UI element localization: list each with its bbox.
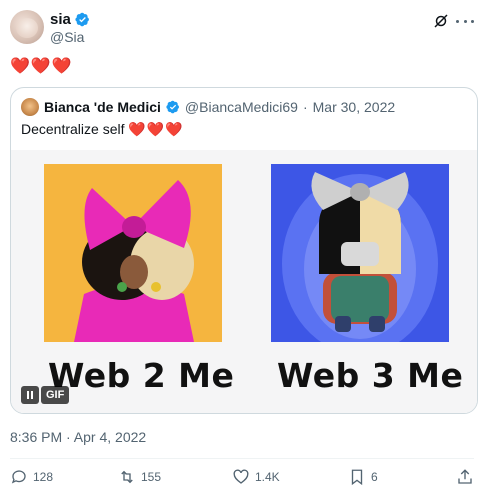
quoted-author-avatar: [21, 98, 39, 116]
quoted-tweet[interactable]: Bianca 'de Medici @BiancaMedici69 · Mar …: [10, 87, 478, 414]
quoted-tweet-header: Bianca 'de Medici @BiancaMedici69 · Mar …: [21, 97, 395, 117]
web3-sia-image: [271, 164, 449, 342]
web2-sia-image: [44, 164, 222, 342]
bookmark-button[interactable]: 6: [348, 468, 378, 486]
tweet-header: sia @Sia: [10, 10, 474, 46]
like-button[interactable]: 1.4K: [232, 468, 280, 486]
author-avatar[interactable]: [10, 10, 44, 44]
quoted-date: Mar 30, 2022: [312, 99, 396, 115]
quoted-tweet-text: Decentralize self ❤️❤️❤️: [21, 121, 184, 138]
quoted-text-body: Decentralize self: [21, 121, 125, 137]
grok-icon[interactable]: [432, 12, 450, 30]
reply-count: 128: [33, 470, 54, 484]
share-button[interactable]: [456, 468, 474, 486]
heart-icon: [233, 469, 249, 484]
quoted-media-gif[interactable]: Web 2 Me Web 3 Me GIF: [11, 150, 477, 413]
web3-caption: Web 3 Me: [277, 356, 464, 395]
repost-icon: [121, 470, 133, 484]
quoted-author-handle: @BiancaMedici69: [184, 99, 298, 115]
quoted-separator: ·: [302, 99, 308, 115]
web2-caption: Web 2 Me: [48, 356, 235, 395]
quoted-text-hearts: ❤️❤️❤️: [128, 121, 184, 137]
author-handle[interactable]: @Sia: [50, 29, 84, 45]
share-icon: [458, 469, 472, 484]
quoted-author-name: Bianca 'de Medici: [44, 99, 161, 115]
repost-count: 155: [141, 470, 162, 484]
reply-icon: [11, 470, 26, 484]
action-bar: 128 155 1.4K 6: [10, 468, 474, 490]
author-name-row: sia: [50, 11, 90, 28]
gif-badge: GIF: [41, 386, 70, 404]
tweet-text: ❤️❤️❤️: [10, 58, 73, 75]
like-count: 1.4K: [255, 470, 280, 484]
tweet-timestamp[interactable]: 8:36 PM · Apr 4, 2022: [10, 429, 146, 445]
verified-badge-icon: [75, 12, 89, 27]
more-options-icon[interactable]: [456, 12, 474, 30]
divider: [10, 458, 474, 459]
author-name[interactable]: sia: [50, 11, 71, 28]
bookmark-icon: [351, 469, 363, 486]
repost-button[interactable]: 155: [118, 468, 161, 486]
pause-icon[interactable]: [21, 386, 39, 404]
verified-badge-icon: [166, 100, 179, 114]
bookmark-count: 6: [371, 470, 378, 484]
reply-button[interactable]: 128: [10, 468, 53, 486]
